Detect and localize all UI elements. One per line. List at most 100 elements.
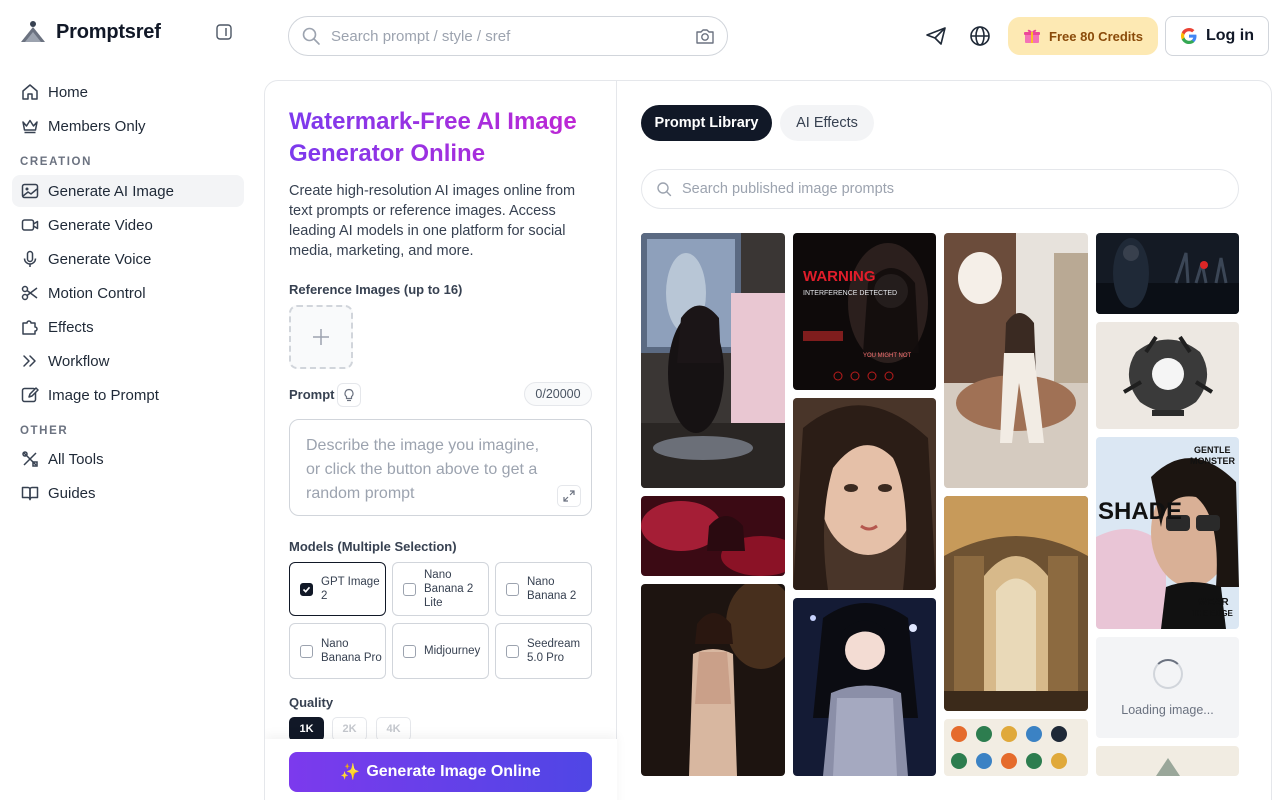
library-thumbnail[interactable] xyxy=(641,584,785,776)
quality-label: Quality xyxy=(289,695,334,710)
gentle-text: GENTLE xyxy=(1194,445,1231,455)
credits-label: Free 80 Credits xyxy=(1049,28,1143,44)
sidebar-item-label: Generate AI Image xyxy=(48,182,174,200)
global-search[interactable] xyxy=(288,16,728,56)
random-prompt-button[interactable] xyxy=(337,383,361,407)
camera-icon[interactable] xyxy=(695,26,715,46)
model-label: Midjourney xyxy=(424,645,481,657)
library-thumbnail[interactable] xyxy=(641,233,785,488)
generate-label: Generate Image Online xyxy=(366,763,541,780)
warning-title-text: WARNING xyxy=(803,268,876,285)
prompt-label: Prompt xyxy=(289,387,335,402)
sparkles-icon: ✨ xyxy=(340,764,361,781)
model-option-nano-banana-2[interactable]: Nano Banana 2 xyxy=(495,562,592,616)
checkbox[interactable] xyxy=(403,582,416,596)
sidebar-item-label: Generate Video xyxy=(48,216,153,234)
sidebar-item-effects[interactable]: Effects xyxy=(12,311,244,343)
sidebar-item-generate-ai-image[interactable]: Generate AI Image xyxy=(12,175,244,207)
google-icon xyxy=(1181,28,1197,44)
sidebar-item-generate-video[interactable]: Generate Video xyxy=(12,209,244,241)
sidebar-item-all-tools[interactable]: All Tools xyxy=(12,443,244,475)
search-input[interactable] xyxy=(331,27,695,45)
tab-prompt-library[interactable]: Prompt Library xyxy=(641,105,772,141)
sidebar-item-label: Generate Voice xyxy=(48,250,152,268)
library-thumbnail[interactable] xyxy=(641,496,785,576)
model-label: Nano Banana 2 xyxy=(527,576,577,602)
app-logo[interactable]: Promptsref xyxy=(20,20,161,44)
sidebar-item-guides[interactable]: Guides xyxy=(12,477,244,509)
prompt-textarea[interactable] xyxy=(290,420,591,515)
reference-image-upload[interactable] xyxy=(289,305,353,369)
library-thumbnail[interactable] xyxy=(793,398,936,590)
generate-image-button[interactable]: ✨ Generate Image Online xyxy=(289,752,592,792)
quality-option-4k[interactable]: 4K xyxy=(376,717,411,741)
sidebar-section-other: OTHER xyxy=(20,425,69,437)
checkbox[interactable] xyxy=(506,644,519,658)
tab-ai-effects[interactable]: AI Effects xyxy=(780,105,874,141)
sidebar-item-image-to-prompt[interactable]: Image to Prompt xyxy=(12,379,244,411)
login-label: Log in xyxy=(1206,27,1254,44)
check-icon xyxy=(302,586,311,593)
library-thumbnail[interactable]: GENTLE MONSTER SHADE WEAR THE EDGE xyxy=(1096,437,1239,629)
sidebar-item-label: Motion Control xyxy=(48,284,146,302)
library-thumbnail[interactable] xyxy=(1096,746,1239,776)
sidebar-item-motion-control[interactable]: Motion Control xyxy=(12,277,244,309)
model-option-gpt-image-2[interactable]: GPT Image 2 xyxy=(289,562,386,616)
checkbox[interactable] xyxy=(506,582,519,596)
plus-icon xyxy=(313,329,329,345)
monster-text: MONSTER xyxy=(1190,456,1236,466)
search-icon xyxy=(657,182,672,197)
loading-text: Loading image... xyxy=(1121,702,1214,717)
video-icon xyxy=(20,215,40,235)
expand-icon xyxy=(563,490,575,502)
page-title: Watermark-Free AI Image Generator Online xyxy=(289,106,589,170)
app-name: Promptsref xyxy=(56,20,161,43)
library-search[interactable] xyxy=(641,169,1239,209)
library-thumbnail-loading: Loading image... xyxy=(1096,637,1239,738)
library-thumbnail[interactable] xyxy=(944,719,1088,776)
globe-icon[interactable] xyxy=(968,24,992,48)
checkbox[interactable] xyxy=(403,644,416,658)
quality-option-1k[interactable]: 1K xyxy=(289,717,324,741)
library-thumbnail[interactable]: WARNING INTERFERENCE DETECTED YOU MIGHT … xyxy=(793,233,936,390)
sidebar-item-label: Workflow xyxy=(48,352,110,370)
library-thumbnail[interactable] xyxy=(944,496,1088,711)
model-label: GPT Image 2 xyxy=(321,576,380,602)
warning-line-text: INTERFERENCE DETECTED xyxy=(803,290,897,297)
sidebar-item-label: Image to Prompt xyxy=(48,386,159,404)
model-option-midjourney[interactable]: Midjourney xyxy=(392,623,489,679)
sidebar-toggle-icon[interactable] xyxy=(216,24,232,40)
loading-spinner-icon xyxy=(1152,658,1183,689)
mountain-logo-icon xyxy=(21,21,45,42)
model-option-nano-banana-2-lite[interactable]: Nano Banana 2 Lite xyxy=(392,562,489,616)
model-option-seedream-5-pro[interactable]: Seedream 5.0 Pro xyxy=(495,623,592,679)
library-thumbnail[interactable] xyxy=(944,233,1088,488)
expand-prompt-button[interactable] xyxy=(557,485,581,507)
sidebar-item-workflow[interactable]: Workflow xyxy=(12,345,244,377)
prompt-field[interactable] xyxy=(289,419,592,516)
sidebar-item-label: All Tools xyxy=(48,450,104,468)
sidebar-item-members-only[interactable]: Members Only xyxy=(12,110,244,142)
home-icon xyxy=(20,82,40,102)
free-credits-button[interactable]: Free 80 Credits xyxy=(1008,17,1158,55)
quality-option-2k[interactable]: 2K xyxy=(332,717,367,741)
library-thumbnail[interactable] xyxy=(1096,233,1239,314)
sidebar-item-label: Guides xyxy=(48,484,96,502)
sidebar-item-home[interactable]: Home xyxy=(12,76,244,108)
model-label: Seedream 5.0 Pro xyxy=(527,638,581,664)
microphone-icon xyxy=(20,249,40,269)
checkbox-checked[interactable] xyxy=(300,582,313,596)
sidebar-item-generate-voice[interactable]: Generate Voice xyxy=(12,243,244,275)
search-icon xyxy=(302,27,320,45)
telegram-icon[interactable] xyxy=(924,24,948,48)
prompt-char-counter: 0/20000 xyxy=(524,382,592,406)
book-icon xyxy=(20,483,40,503)
lightbulb-icon xyxy=(344,388,354,402)
library-thumbnail[interactable] xyxy=(793,598,936,776)
library-search-input[interactable] xyxy=(682,181,1238,197)
crown-icon xyxy=(20,116,40,136)
model-option-nano-banana-pro[interactable]: Nano Banana Pro xyxy=(289,623,386,679)
login-button[interactable]: Log in xyxy=(1165,16,1269,56)
checkbox[interactable] xyxy=(300,644,313,658)
library-thumbnail[interactable] xyxy=(1096,322,1239,429)
